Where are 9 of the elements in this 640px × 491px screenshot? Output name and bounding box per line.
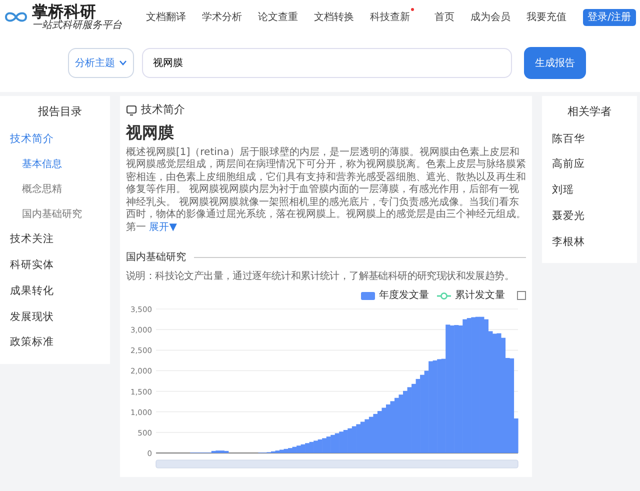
- logo-text: 掌桥科研: [32, 4, 96, 20]
- description-text: 说明：科技论文产出量，通过逐年统计和累计统计，了解基础科研的研究现状和发展趋势。: [126, 270, 516, 284]
- sidebar-title: 报告目录: [37, 104, 83, 120]
- slogan: 一站式科研服务平台: [32, 20, 122, 30]
- section-title: 国内基础研究: [126, 250, 186, 265]
- topic-title: 视网膜: [126, 122, 175, 144]
- panel-title: 相关学者: [566, 104, 612, 120]
- section-heading: 技术简介: [141, 102, 185, 118]
- summary-text: 概述视网膜[1]（retina）居于眼球壁的内层，是一层透明的薄膜。视网膜由色素上皮层和视网膜感觉层组成，两层间在病理情况下可分开，称为视网膜脱离。色素上皮层与脉络膜紧密相连，由色素上皮细胞组成，它们具有支持和营养光感受器细胞、遮光、散热以及再生和修复等作用。 视网膜视网膜内层为衬于血管膜内面的一层薄膜，有感光作用，后部有一视神经乳头。 视网膜视网膜就像一架照相机里的感光底片，专门负责感光成像。当我们看东西时，物体的影像通过屈光系统，落在视网膜上。视网膜上的感觉层是由三个神经元组成。第一 展开▼: [126, 146, 526, 234]
